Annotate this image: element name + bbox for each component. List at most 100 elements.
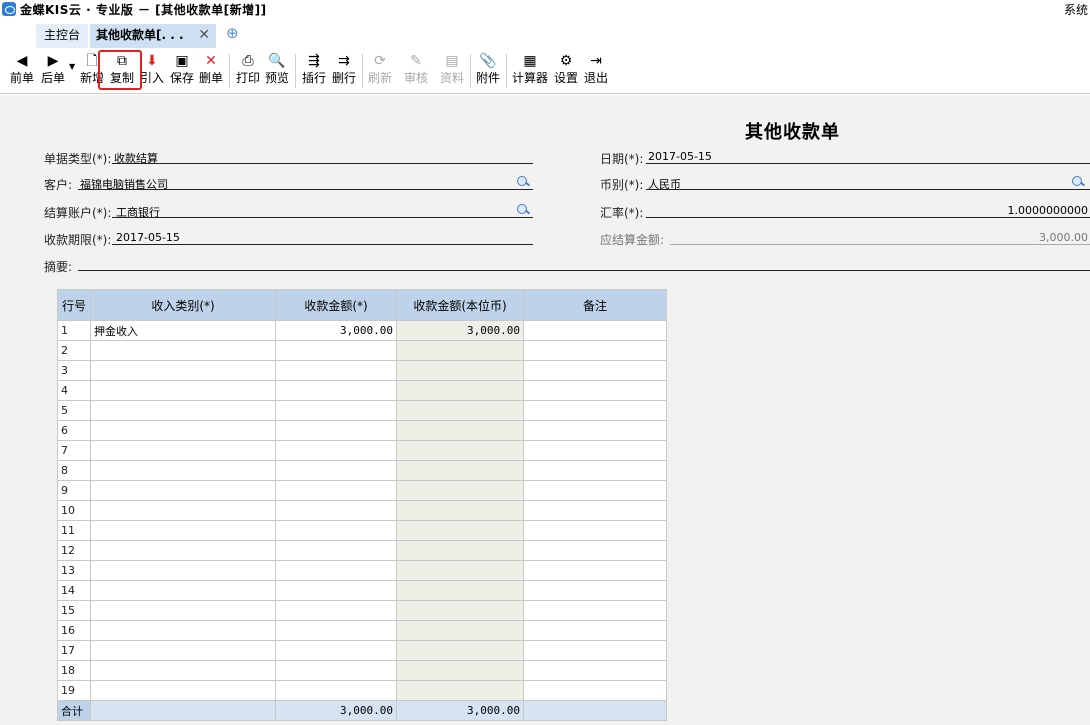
table-row[interactable]: 6 xyxy=(57,420,667,441)
table-row[interactable]: 3 xyxy=(57,360,667,381)
table-row[interactable]: 4 xyxy=(57,380,667,401)
col-header-amount[interactable]: 收款金额(*) xyxy=(275,289,397,321)
attachment-button[interactable]: 📎 附件 xyxy=(474,50,502,90)
exit-button[interactable]: ⇥ 退出 xyxy=(582,50,610,90)
table-row[interactable]: 15 xyxy=(57,600,667,621)
delete-row-button[interactable]: ⇉ 删行 xyxy=(330,50,358,90)
note-cell[interactable] xyxy=(523,380,667,401)
amount-cell[interactable] xyxy=(275,420,397,441)
category-cell[interactable] xyxy=(90,580,276,601)
amount-cell[interactable] xyxy=(275,600,397,621)
col-header-category[interactable]: 收入类别(*) xyxy=(90,289,276,321)
amount-cell[interactable] xyxy=(275,400,397,421)
category-cell[interactable] xyxy=(90,560,276,581)
amount-cell[interactable] xyxy=(275,360,397,381)
amount-cell[interactable] xyxy=(275,640,397,661)
note-cell[interactable] xyxy=(523,680,667,701)
table-row[interactable]: 13 xyxy=(57,560,667,581)
calculator-button[interactable]: ▦ 计算器 xyxy=(510,50,550,90)
table-row[interactable]: 9 xyxy=(57,480,667,501)
table-row[interactable]: 16 xyxy=(57,620,667,641)
note-cell[interactable] xyxy=(523,500,667,521)
table-row[interactable]: 1 押金收入 3,000.00 3,000.00 xyxy=(57,320,667,341)
note-cell[interactable] xyxy=(523,560,667,581)
table-row[interactable]: 10 xyxy=(57,500,667,521)
table-row[interactable]: 2 xyxy=(57,340,667,361)
note-cell[interactable] xyxy=(523,420,667,441)
summary-input[interactable] xyxy=(78,270,1090,271)
due-date-input[interactable]: 2017-05-15 xyxy=(116,231,180,244)
category-cell[interactable] xyxy=(90,520,276,541)
category-cell[interactable] xyxy=(90,420,276,441)
rate-input[interactable]: 1.0000000000 xyxy=(1008,204,1088,217)
add-tab-icon[interactable]: ⊕ xyxy=(226,24,239,42)
print-button[interactable]: ⎙ 打印 xyxy=(234,50,262,90)
col-header-row-no[interactable]: 行号 xyxy=(57,289,91,321)
amount-cell[interactable] xyxy=(275,380,397,401)
table-row[interactable]: 7 xyxy=(57,440,667,461)
note-cell[interactable] xyxy=(523,620,667,641)
data-button[interactable]: ▤ 资料 xyxy=(438,50,466,90)
amount-cell[interactable]: 3,000.00 xyxy=(275,320,397,341)
amount-cell[interactable] xyxy=(275,660,397,681)
category-cell[interactable] xyxy=(90,340,276,361)
amount-cell[interactable] xyxy=(275,580,397,601)
amount-cell[interactable] xyxy=(275,480,397,501)
note-cell[interactable] xyxy=(523,340,667,361)
preview-button[interactable]: 🔍 预览 xyxy=(263,50,291,90)
currency-lookup-icon[interactable] xyxy=(1072,176,1085,187)
table-row[interactable]: 17 xyxy=(57,640,667,661)
category-cell[interactable] xyxy=(90,640,276,661)
tab-other-receipt[interactable]: 其他收款单[. . . ✕ xyxy=(90,24,216,48)
category-cell[interactable] xyxy=(90,620,276,641)
note-cell[interactable] xyxy=(523,520,667,541)
category-cell[interactable]: 押金收入 xyxy=(90,320,276,341)
table-row[interactable]: 12 xyxy=(57,540,667,561)
system-menu[interactable]: 系统 xyxy=(1064,1,1088,18)
category-cell[interactable] xyxy=(90,360,276,381)
import-button[interactable]: ⬇ 引入 xyxy=(138,50,166,90)
category-cell[interactable] xyxy=(90,400,276,421)
col-header-amount-base[interactable]: 收款金额(本位币) xyxy=(396,289,524,321)
amount-cell[interactable] xyxy=(275,520,397,541)
category-cell[interactable] xyxy=(90,660,276,681)
category-cell[interactable] xyxy=(90,480,276,501)
date-input[interactable]: 2017-05-15 xyxy=(648,150,712,163)
amount-cell[interactable] xyxy=(275,620,397,641)
table-row[interactable]: 18 xyxy=(57,660,667,681)
amount-cell[interactable] xyxy=(275,680,397,701)
note-cell[interactable] xyxy=(523,660,667,681)
table-row[interactable]: 5 xyxy=(57,400,667,421)
amount-cell[interactable] xyxy=(275,540,397,561)
note-cell[interactable] xyxy=(523,540,667,561)
category-cell[interactable] xyxy=(90,380,276,401)
note-cell[interactable] xyxy=(523,580,667,601)
table-row[interactable]: 14 xyxy=(57,580,667,601)
audit-button[interactable]: ✎ 审核 xyxy=(402,50,430,90)
note-cell[interactable] xyxy=(523,440,667,461)
prev-button[interactable]: ◀ 前单 xyxy=(8,50,36,90)
category-cell[interactable] xyxy=(90,460,276,481)
insert-row-button[interactable]: ⇶ 插行 xyxy=(300,50,328,90)
table-row[interactable]: 11 xyxy=(57,520,667,541)
amount-cell[interactable] xyxy=(275,560,397,581)
refresh-button[interactable]: ⟳ 刷新 xyxy=(366,50,394,90)
table-row[interactable]: 19 xyxy=(57,680,667,701)
col-header-note[interactable]: 备注 xyxy=(523,289,667,321)
table-row[interactable]: 8 xyxy=(57,460,667,481)
note-cell[interactable] xyxy=(523,600,667,621)
note-cell[interactable] xyxy=(523,640,667,661)
note-cell[interactable] xyxy=(523,400,667,421)
category-cell[interactable] xyxy=(90,680,276,701)
amount-cell[interactable] xyxy=(275,440,397,461)
account-lookup-icon[interactable] xyxy=(517,204,530,215)
tab-home[interactable]: 主控台 xyxy=(36,24,88,48)
save-button[interactable]: ▣ 保存 xyxy=(168,50,196,90)
note-cell[interactable] xyxy=(523,480,667,501)
close-icon[interactable]: ✕ xyxy=(198,24,210,46)
note-cell[interactable] xyxy=(523,460,667,481)
note-cell[interactable] xyxy=(523,360,667,381)
note-cell[interactable] xyxy=(523,320,667,341)
category-cell[interactable] xyxy=(90,500,276,521)
category-cell[interactable] xyxy=(90,440,276,461)
